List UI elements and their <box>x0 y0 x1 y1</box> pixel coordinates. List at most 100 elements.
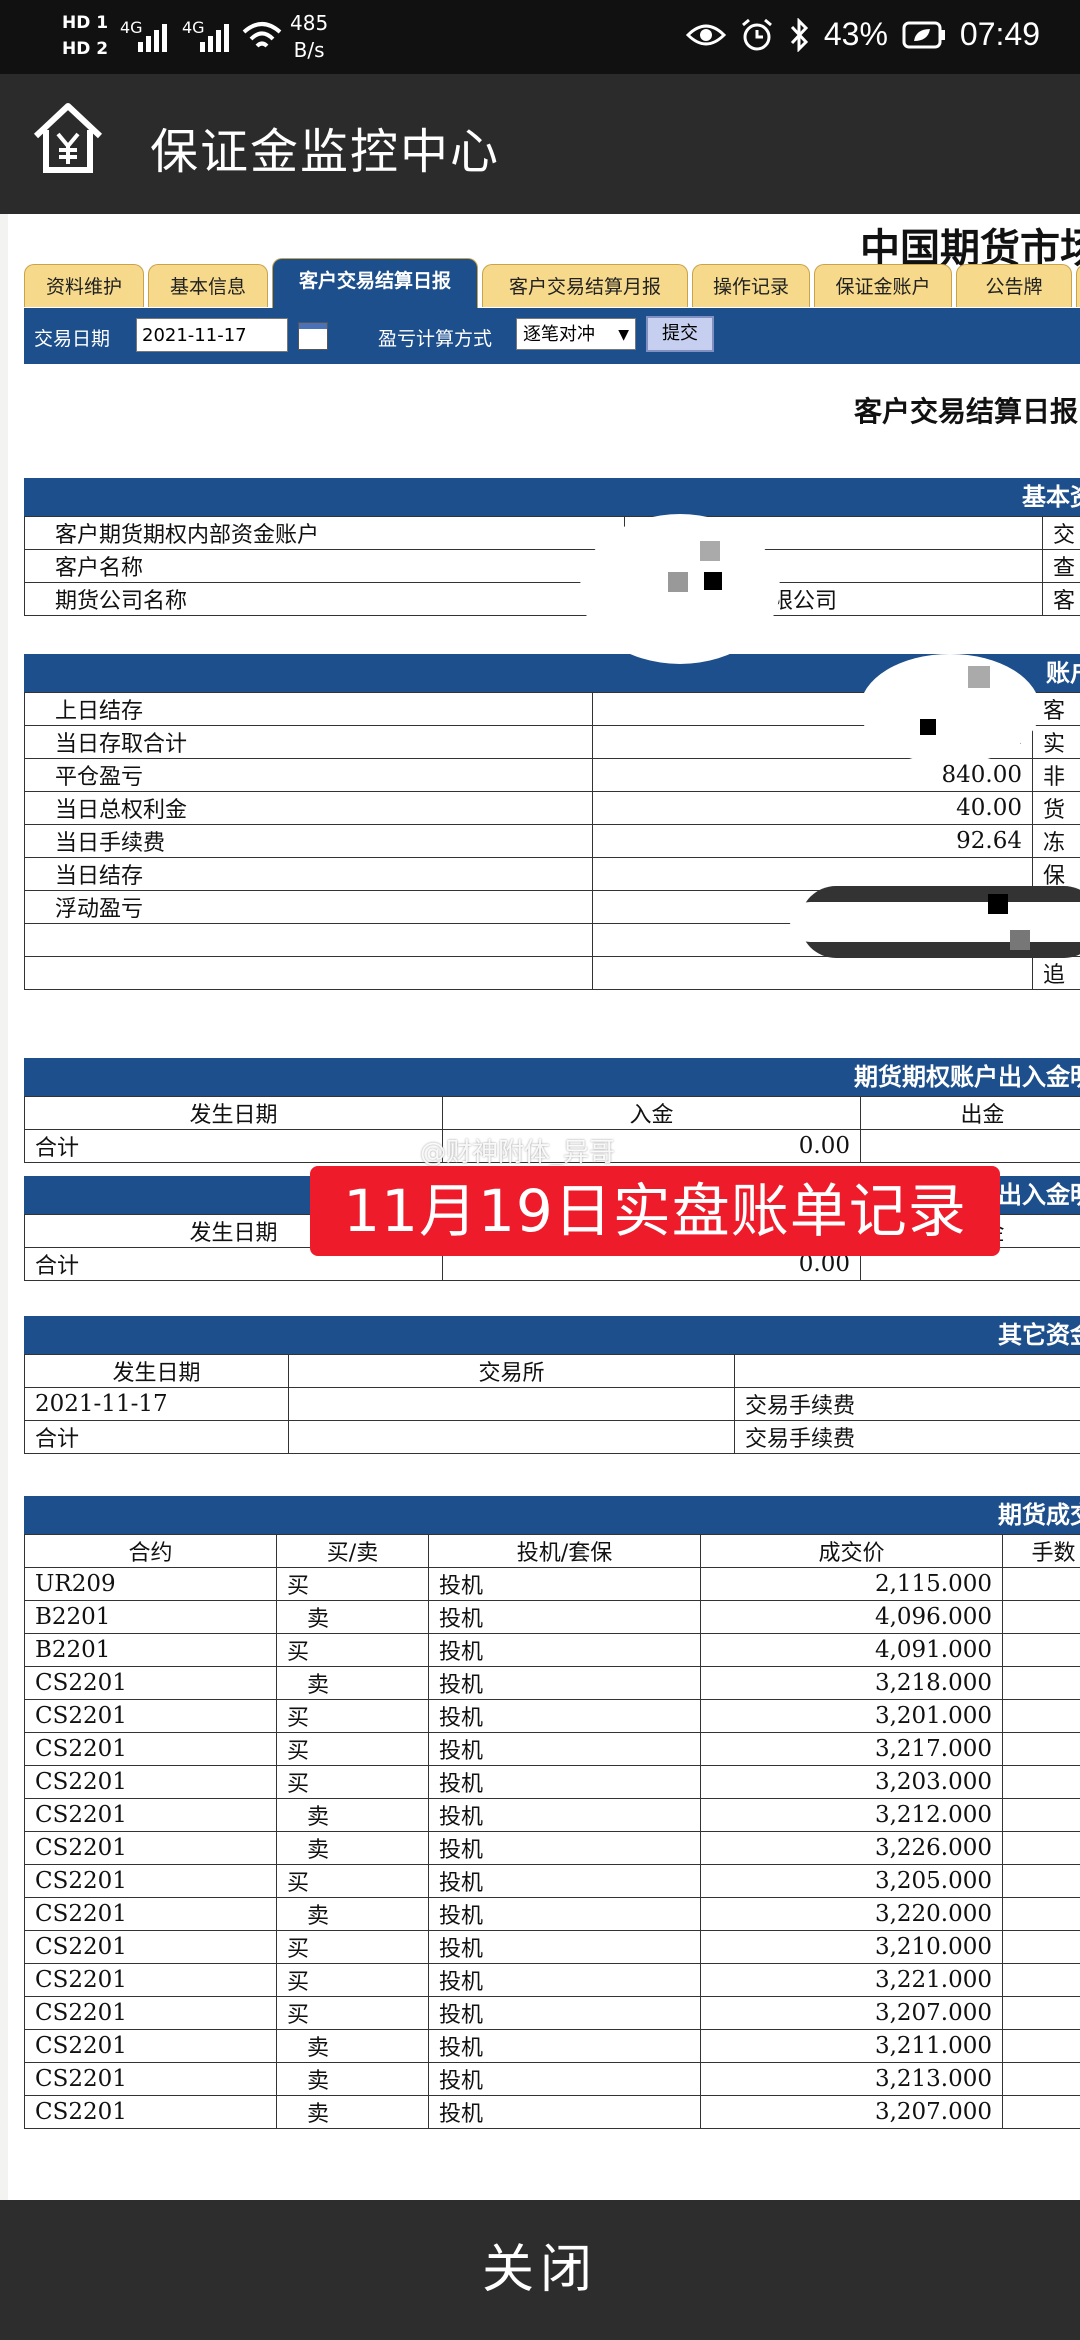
trade-type: 投机 <box>428 1732 701 1766</box>
trade-lots <box>1002 2062 1080 2096</box>
trade-contract: UR209 <box>24 1567 277 1601</box>
column-header: 买/卖 <box>276 1534 429 1568</box>
bottom-bar: 关闭 <box>0 2200 1080 2340</box>
table-row: CS2201 买投机 3,201.000 <box>24 1699 1080 1733</box>
home-yuan-icon[interactable] <box>30 100 106 176</box>
trade-side: 卖 <box>276 2095 429 2129</box>
table-row: 客户名称 查 <box>24 549 1080 583</box>
table-row: CS2201 买投机 3,207.000 <box>24 1996 1080 2030</box>
privacy-mask <box>920 719 936 735</box>
trade-lots <box>1002 1600 1080 1634</box>
privacy-mask <box>790 902 1080 942</box>
privacy-mask <box>668 572 688 592</box>
trade-lots <box>1002 1567 1080 1601</box>
table-row: B2201 买投机 4,091.000 <box>24 1633 1080 1667</box>
basic-tail: 客 <box>1042 582 1080 616</box>
trade-price: 3,213.000 <box>700 2062 1003 2096</box>
date-input[interactable]: 2021-11-17 <box>136 318 288 352</box>
privacy-mask <box>860 654 1040 764</box>
trade-type: 投机 <box>428 1600 701 1634</box>
tab-operation-log[interactable]: 操作记录 <box>692 264 810 307</box>
basic-tail: 查 <box>1042 549 1080 583</box>
trade-type: 投机 <box>428 1963 701 1997</box>
trade-contract: CS2201 <box>24 1798 277 1832</box>
account-label: 当日总权利金 <box>24 791 593 825</box>
table-row: 平仓盈亏 840.00 非 <box>24 758 1080 792</box>
eye-icon <box>685 24 726 45</box>
trade-type: 投机 <box>428 2062 701 2096</box>
tab-data-maintenance[interactable]: 资料维护 <box>24 264 144 307</box>
trade-price: 3,212.000 <box>700 1798 1003 1832</box>
account-label: 上日结存 <box>24 692 593 726</box>
table-row: 期货公司名称 期货有限公司 客 <box>24 582 1080 616</box>
trade-contract: CS2201 <box>24 1831 277 1865</box>
trade-lots <box>1002 1996 1080 2030</box>
tab-more[interactable] <box>1076 264 1080 307</box>
trade-side: 买 <box>276 1996 429 2030</box>
tab-margin-account[interactable]: 保证金账户 <box>814 264 952 307</box>
tab-basic-info[interactable]: 基本信息 <box>148 264 268 307</box>
date-label: 交易日期 <box>34 328 111 350</box>
basic-label: 客户名称 <box>24 549 625 583</box>
other-funds-band: 其它资金 <box>24 1316 1080 1354</box>
table-row: CS2201 买投机 3,205.000 <box>24 1864 1080 1898</box>
trade-side: 卖 <box>276 1666 429 1700</box>
trade-contract: CS2201 <box>24 2062 277 2096</box>
trade-side: 买 <box>276 1864 429 1898</box>
account-label: 当日存取合计 <box>24 725 593 759</box>
account-tail: 冻 <box>1032 824 1080 858</box>
calc-method-label: 盈亏计算方式 <box>378 328 493 350</box>
trade-type: 投机 <box>428 1633 701 1667</box>
trade-lots <box>1002 1633 1080 1667</box>
basic-info-band: 基本资 <box>24 478 1080 516</box>
tab-daily-statement[interactable]: 客户交易结算日报 <box>272 258 478 309</box>
table-row: UR209 买投机 2,115.000 <box>24 1567 1080 1601</box>
trade-lots <box>1002 1732 1080 1766</box>
account-tail: 非 <box>1032 758 1080 792</box>
column-header: 发生日期 <box>24 1354 289 1388</box>
column-header: 入金 <box>442 1096 861 1130</box>
calendar-icon[interactable] <box>298 322 328 350</box>
account-value: 40.00 <box>592 791 1033 825</box>
table-row: CS2201 卖投机 3,226.000 <box>24 1831 1080 1865</box>
query-toolbar: 交易日期 2021-11-17 盈亏计算方式 逐笔对冲 ▼ 提交 <box>24 308 1080 364</box>
account-label: 当日手续费 <box>24 824 593 858</box>
table-row: CS2201 卖投机 3,211.000 <box>24 2029 1080 2063</box>
other-exchange <box>288 1387 735 1421</box>
report-webview[interactable]: 中国期货市场 资料维护 基本信息 客户交易结算日报 客户交易结算月报 操作记录 … <box>0 214 1080 2200</box>
trade-price: 3,220.000 <box>700 1897 1003 1931</box>
cashflow-band: 期货期权账户出入金明 <box>24 1058 1080 1096</box>
table-row: CS2201 卖投机 3,213.000 <box>24 2062 1080 2096</box>
trade-contract: CS2201 <box>24 1930 277 1964</box>
bluetooth-icon <box>790 17 808 52</box>
signal-bars-icon <box>138 18 178 52</box>
total-label: 合计 <box>24 1129 443 1163</box>
column-header <box>734 1354 1080 1388</box>
privacy-mask <box>704 572 722 590</box>
trade-side: 买 <box>276 1633 429 1667</box>
trade-side: 卖 <box>276 1897 429 1931</box>
sim-indicator: HD 1 HD 2 <box>62 13 109 59</box>
table-row: 2021-11-17 交易手续费 <box>24 1387 1080 1421</box>
submit-button[interactable]: 提交 <box>646 316 714 352</box>
trade-type: 投机 <box>428 2029 701 2063</box>
trade-contract: CS2201 <box>24 1963 277 1997</box>
tab-monthly-statement[interactable]: 客户交易结算月报 <box>482 264 688 307</box>
trade-price: 4,096.000 <box>700 1600 1003 1634</box>
trade-contract: CS2201 <box>24 2029 277 2063</box>
report-title: 客户交易结算日报 <box>854 395 1079 428</box>
column-header: 手数 <box>1002 1534 1080 1568</box>
calc-method-select[interactable]: 逐笔对冲 ▼ <box>516 318 636 350</box>
trade-price: 3,218.000 <box>700 1666 1003 1700</box>
table-row: CS2201 买投机 3,221.000 <box>24 1963 1080 1997</box>
wifi-icon <box>242 22 282 48</box>
basic-tail: 交 <box>1042 516 1080 550</box>
account-value: 840.00 <box>592 758 1033 792</box>
column-header: 发生日期 <box>24 1096 443 1130</box>
trade-price: 3,205.000 <box>700 1864 1003 1898</box>
trade-side: 卖 <box>276 2062 429 2096</box>
trade-contract: CS2201 <box>24 1897 277 1931</box>
close-button[interactable]: 关闭 <box>0 2200 1080 2340</box>
clock: 07:49 <box>959 16 1040 52</box>
tab-bulletin[interactable]: 公告牌 <box>956 264 1072 307</box>
